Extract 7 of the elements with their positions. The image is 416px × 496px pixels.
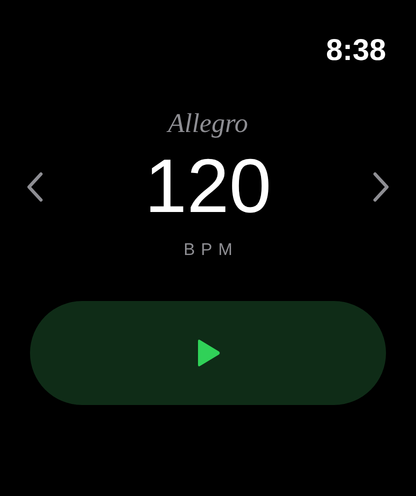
clock-time: 8:38 <box>326 33 387 66</box>
tempo-value: 120 <box>144 149 272 225</box>
tempo-marking: Allegro <box>168 110 248 137</box>
chevron-left-icon <box>26 172 44 202</box>
play-icon <box>195 338 221 368</box>
tempo-unit: BPM <box>182 241 238 258</box>
chevron-right-icon <box>372 172 390 202</box>
